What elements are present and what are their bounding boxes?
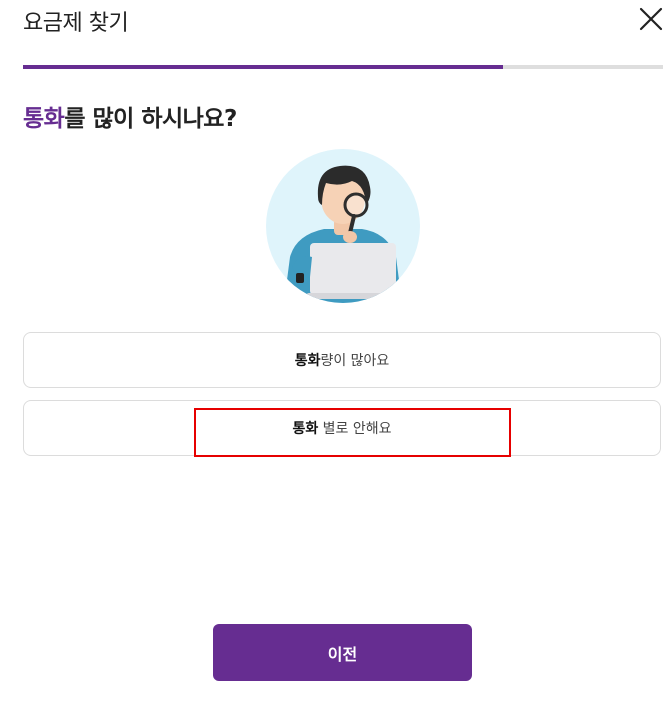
close-icon bbox=[639, 7, 663, 31]
close-button[interactable] bbox=[638, 6, 664, 32]
option-call-heavy[interactable]: 통화 량이 많아요 bbox=[23, 332, 661, 388]
person-with-magnifier-illustration bbox=[266, 149, 420, 303]
question-heading: 통화를 많이 하시나요? bbox=[23, 99, 237, 133]
modal-title: 요금제 찾기 bbox=[23, 11, 129, 36]
option-strong-text: 통화 bbox=[294, 353, 321, 369]
question-text: 를 많이 하시나요? bbox=[64, 106, 237, 132]
option-call-light[interactable]: 통화 별로 안해요 bbox=[23, 400, 661, 456]
plan-finder-modal: 요금제 찾기 통화를 많이 하시나요? 통화 량이 많아요 통화 별로 안해요 … bbox=[0, 0, 670, 707]
previous-button[interactable]: 이전 bbox=[213, 624, 472, 681]
progress-fill bbox=[23, 65, 503, 69]
option-text: 별로 안해요 bbox=[318, 421, 392, 437]
question-highlight: 통화 bbox=[23, 106, 65, 132]
option-strong-text: 통화 bbox=[292, 421, 319, 437]
option-text: 량이 많아요 bbox=[320, 353, 390, 369]
progress-bar bbox=[23, 65, 663, 69]
